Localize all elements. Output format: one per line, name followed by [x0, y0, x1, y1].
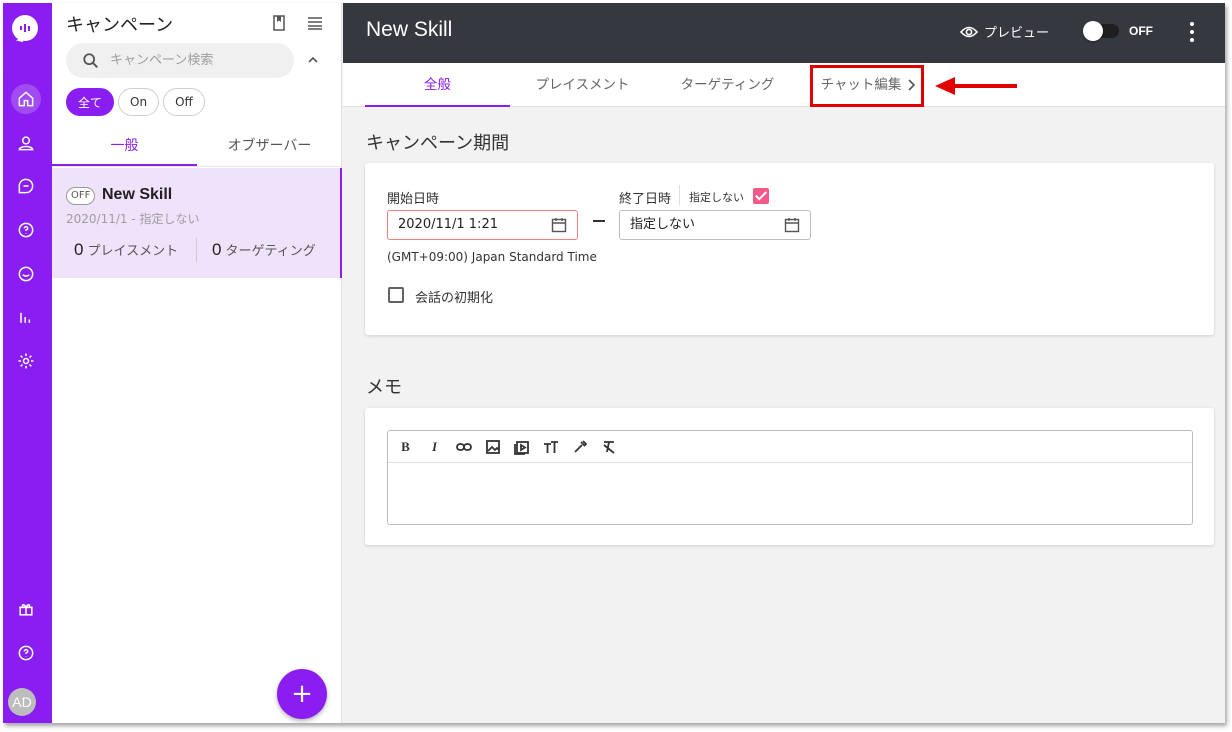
text-size-icon[interactable]	[539, 436, 562, 458]
search-input[interactable]	[110, 43, 286, 78]
end-date-label: 終了日時	[619, 192, 672, 207]
placements-count: 0	[74, 240, 84, 259]
search-icon	[83, 53, 99, 69]
annotation-arrow	[935, 77, 1017, 95]
link-icon[interactable]	[452, 436, 475, 458]
tab-general[interactable]: 一般	[52, 125, 197, 166]
settings-tabs: 全般 プレイスメント ターゲティング チャット編集	[343, 63, 1225, 107]
filter-on[interactable]: On	[118, 88, 160, 116]
targeting-stat: 0 ターゲティング	[212, 240, 316, 260]
reset-conversation-label: 会話の初期化	[415, 291, 494, 306]
calendar-icon[interactable]	[551, 217, 567, 233]
preview-label: プレビュー	[984, 26, 1050, 41]
placements-label: プレイスメント	[87, 244, 179, 259]
memo-card: B I	[365, 408, 1214, 545]
bookmark-icon[interactable]	[269, 13, 289, 33]
unspecified-label: 指定しない	[689, 191, 744, 204]
stat-divider	[196, 238, 197, 262]
period-card: 開始日時 2020/11/1 1:21 終了日時 指定しない 指定しない (GM…	[365, 163, 1214, 335]
end-date-field[interactable]: 指定しない	[619, 210, 811, 240]
start-date-label: 開始日時	[387, 192, 440, 207]
settings-icon[interactable]	[11, 346, 41, 376]
italic-button[interactable]: I	[423, 436, 446, 458]
end-date-value: 指定しない	[630, 217, 696, 232]
message-icon[interactable]	[11, 259, 41, 289]
unspecified-checkbox[interactable]	[753, 188, 769, 204]
page-title: New Skill	[366, 18, 453, 41]
preview-button[interactable]: プレビュー	[960, 22, 1049, 41]
reset-conversation-checkbox[interactable]	[388, 287, 404, 303]
bold-button[interactable]: B	[394, 436, 417, 458]
status-badge: OFF	[66, 187, 96, 205]
eyedropper-icon[interactable]	[568, 436, 591, 458]
memo-section-title: メモ	[366, 377, 402, 398]
campaign-name: New Skill	[102, 186, 173, 203]
app-window: AD キャンペーン 全て On Off 一般 オブザーバー OFF New Sk…	[3, 3, 1225, 723]
tab-overview[interactable]: 全般	[365, 63, 510, 107]
chevron-up-icon[interactable]	[306, 53, 320, 67]
campaign-list-panel: キャンペーン 全て On Off 一般 オブザーバー OFF New Skill…	[52, 3, 342, 723]
highlight-box	[810, 65, 924, 107]
timezone-text: (GMT+09:00) Japan Standard Time	[387, 250, 597, 264]
campaign-list-item[interactable]: OFF New Skill 2020/11/1 - 指定しない 0 プレイスメント…	[52, 168, 342, 278]
home-icon[interactable]	[11, 84, 41, 114]
analytics-icon[interactable]	[11, 302, 41, 332]
user-icon[interactable]	[11, 128, 41, 158]
placements-stat: 0 プレイスメント	[74, 240, 178, 260]
nav-rail: AD	[3, 3, 52, 723]
campaign-dates: 2020/11/1 - 指定しない	[66, 212, 200, 226]
range-dash	[593, 220, 605, 222]
avatar[interactable]: AD	[8, 688, 36, 716]
search-box	[66, 43, 294, 78]
more-menu-icon[interactable]	[1189, 22, 1195, 42]
image-icon[interactable]	[481, 436, 504, 458]
targeting-label: ターゲティング	[225, 244, 316, 259]
memo-editor: B I	[387, 430, 1193, 525]
campaign-toggle[interactable]	[1083, 21, 1119, 41]
targeting-count: 0	[212, 240, 222, 259]
help-bubble-icon[interactable]	[11, 215, 41, 245]
period-section-title: キャンペーン期間	[366, 133, 510, 154]
start-date-field[interactable]: 2020/11/1 1:21	[387, 210, 578, 240]
tab-observer[interactable]: オブザーバー	[197, 125, 342, 166]
list-view-icon[interactable]	[305, 13, 325, 33]
video-icon[interactable]	[510, 436, 533, 458]
calendar-icon[interactable]	[784, 217, 800, 233]
add-campaign-button[interactable]: +	[277, 669, 327, 719]
list-tabs: 一般 オブザーバー	[52, 125, 342, 167]
clear-format-icon[interactable]	[597, 436, 620, 458]
eye-icon	[960, 26, 978, 37]
toggle-label: OFF	[1129, 24, 1153, 38]
header-bar: New Skill プレビュー OFF	[343, 3, 1225, 63]
filter-off[interactable]: Off	[163, 88, 205, 116]
panel-title: キャンペーン	[66, 15, 174, 36]
filter-all[interactable]: 全て	[66, 88, 115, 116]
app-logo[interactable]	[12, 15, 38, 41]
start-date-value: 2020/11/1 1:21	[398, 217, 498, 232]
chat-bubbles-icon[interactable]	[11, 171, 41, 201]
gift-icon[interactable]	[11, 594, 41, 624]
status-filter: 全て On Off	[66, 88, 205, 116]
help-icon[interactable]	[11, 638, 41, 668]
tab-placement[interactable]: プレイスメント	[510, 63, 655, 107]
label-divider	[679, 185, 680, 205]
editor-toolbar: B I	[388, 431, 1192, 463]
tab-targeting[interactable]: ターゲティング	[655, 63, 800, 107]
